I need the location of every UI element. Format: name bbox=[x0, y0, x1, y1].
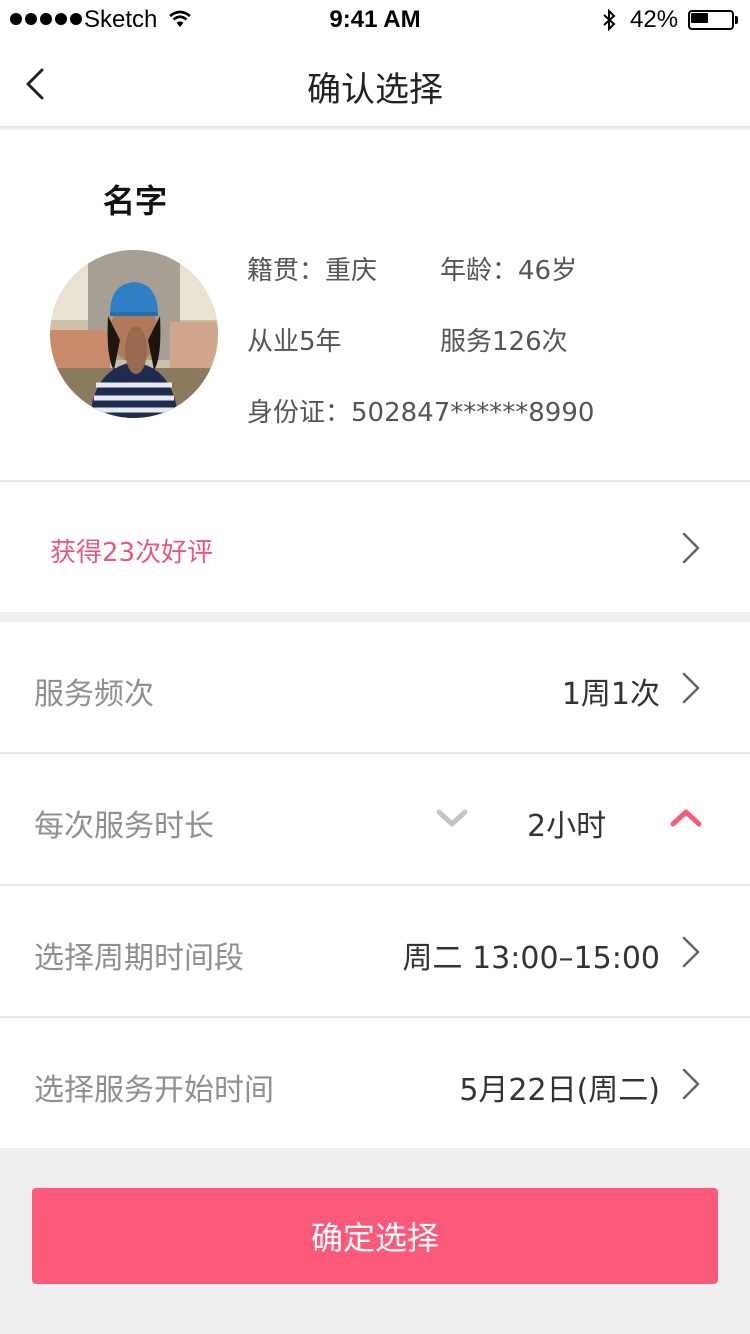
bluetooth-icon bbox=[603, 8, 616, 32]
native-place: 籍贯：重庆 bbox=[247, 256, 378, 286]
start-time-label: 选择服务开始时间 bbox=[34, 1073, 274, 1108]
frequency-label: 服务频次 bbox=[34, 677, 154, 712]
status-bar: Sketch 9:41 AM 42% bbox=[0, 0, 750, 40]
duration-row: 每次服务时长 2小时 bbox=[0, 754, 750, 884]
frequency-row[interactable]: 服务频次 1周1次 bbox=[0, 622, 750, 752]
avatar bbox=[50, 250, 218, 418]
duration-decrease-button[interactable] bbox=[432, 802, 472, 832]
chevron-right-icon bbox=[682, 672, 700, 704]
praise-text: 获得23次好评 bbox=[50, 538, 214, 568]
duration-label: 每次服务时长 bbox=[34, 809, 214, 844]
chevron-right-icon bbox=[682, 1068, 700, 1100]
period-row[interactable]: 选择周期时间段 周二 13:00–15:00 bbox=[0, 886, 750, 1016]
service-count: 服务126次 bbox=[440, 327, 568, 357]
id-card: 身份证：502847******8990 bbox=[247, 398, 595, 428]
chevron-right-icon bbox=[682, 532, 700, 564]
nav-bar: 确认选择 bbox=[0, 40, 750, 128]
confirm-button[interactable]: 确定选择 bbox=[32, 1188, 718, 1284]
start-time-row[interactable]: 选择服务开始时间 5月22日(周二) bbox=[0, 1018, 750, 1148]
duration-increase-button[interactable] bbox=[666, 802, 706, 832]
page-title: 确认选择 bbox=[307, 70, 443, 110]
profile-card: 名字 籍贯：重庆 年龄：46岁 从业5年 服务126次 身份证：502847**… bbox=[0, 130, 750, 480]
profile-name: 名字 bbox=[103, 182, 168, 220]
chevron-up-icon bbox=[670, 809, 702, 827]
start-time-value: 5月22日(周二) bbox=[459, 1073, 660, 1108]
frequency-value: 1周1次 bbox=[561, 677, 660, 712]
chevron-down-icon bbox=[436, 809, 468, 827]
praise-row[interactable]: 获得23次好评 bbox=[0, 482, 750, 612]
battery-icon bbox=[688, 10, 738, 30]
duration-value: 2小时 bbox=[527, 809, 607, 844]
chevron-right-icon bbox=[682, 936, 700, 968]
period-value: 周二 13:00–15:00 bbox=[402, 941, 660, 976]
period-label: 选择周期时间段 bbox=[34, 941, 244, 976]
age: 年龄：46岁 bbox=[440, 256, 578, 286]
years-in-service: 从业5年 bbox=[247, 327, 342, 357]
battery-percent: 42% bbox=[630, 6, 679, 33]
